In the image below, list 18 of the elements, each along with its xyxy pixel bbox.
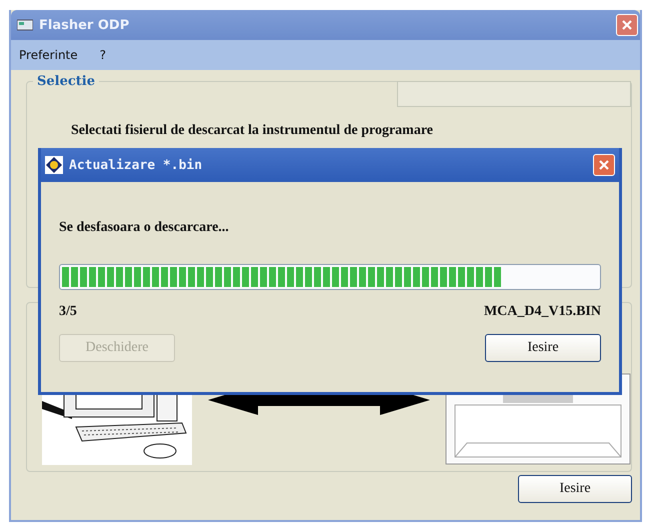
instruction-text: Selectati fisierul de descarcat la instrumentul de programare bbox=[71, 123, 434, 139]
close-icon bbox=[598, 159, 610, 171]
app-icon bbox=[45, 156, 63, 174]
file-name: MCA_D4_V15.BIN bbox=[484, 304, 601, 320]
file-count: 3/5 bbox=[59, 304, 77, 320]
app-icon bbox=[17, 19, 33, 31]
menu-item[interactable]: Preferinte bbox=[19, 48, 78, 62]
close-icon bbox=[621, 19, 633, 31]
window-title: Flasher ODP bbox=[39, 18, 130, 32]
close-button[interactable] bbox=[593, 154, 615, 176]
exit-button[interactable]: Iesire bbox=[485, 334, 601, 362]
group-title: Selectie bbox=[36, 74, 96, 89]
text-field[interactable] bbox=[397, 81, 631, 107]
dialog-title: Actualizare *.bin bbox=[69, 158, 204, 172]
status-message: Se desfasoara o descarcare... bbox=[59, 220, 230, 236]
exit-button[interactable]: Iesire bbox=[518, 475, 632, 503]
menu-item[interactable]: ? bbox=[100, 48, 106, 62]
close-button[interactable] bbox=[616, 14, 638, 36]
